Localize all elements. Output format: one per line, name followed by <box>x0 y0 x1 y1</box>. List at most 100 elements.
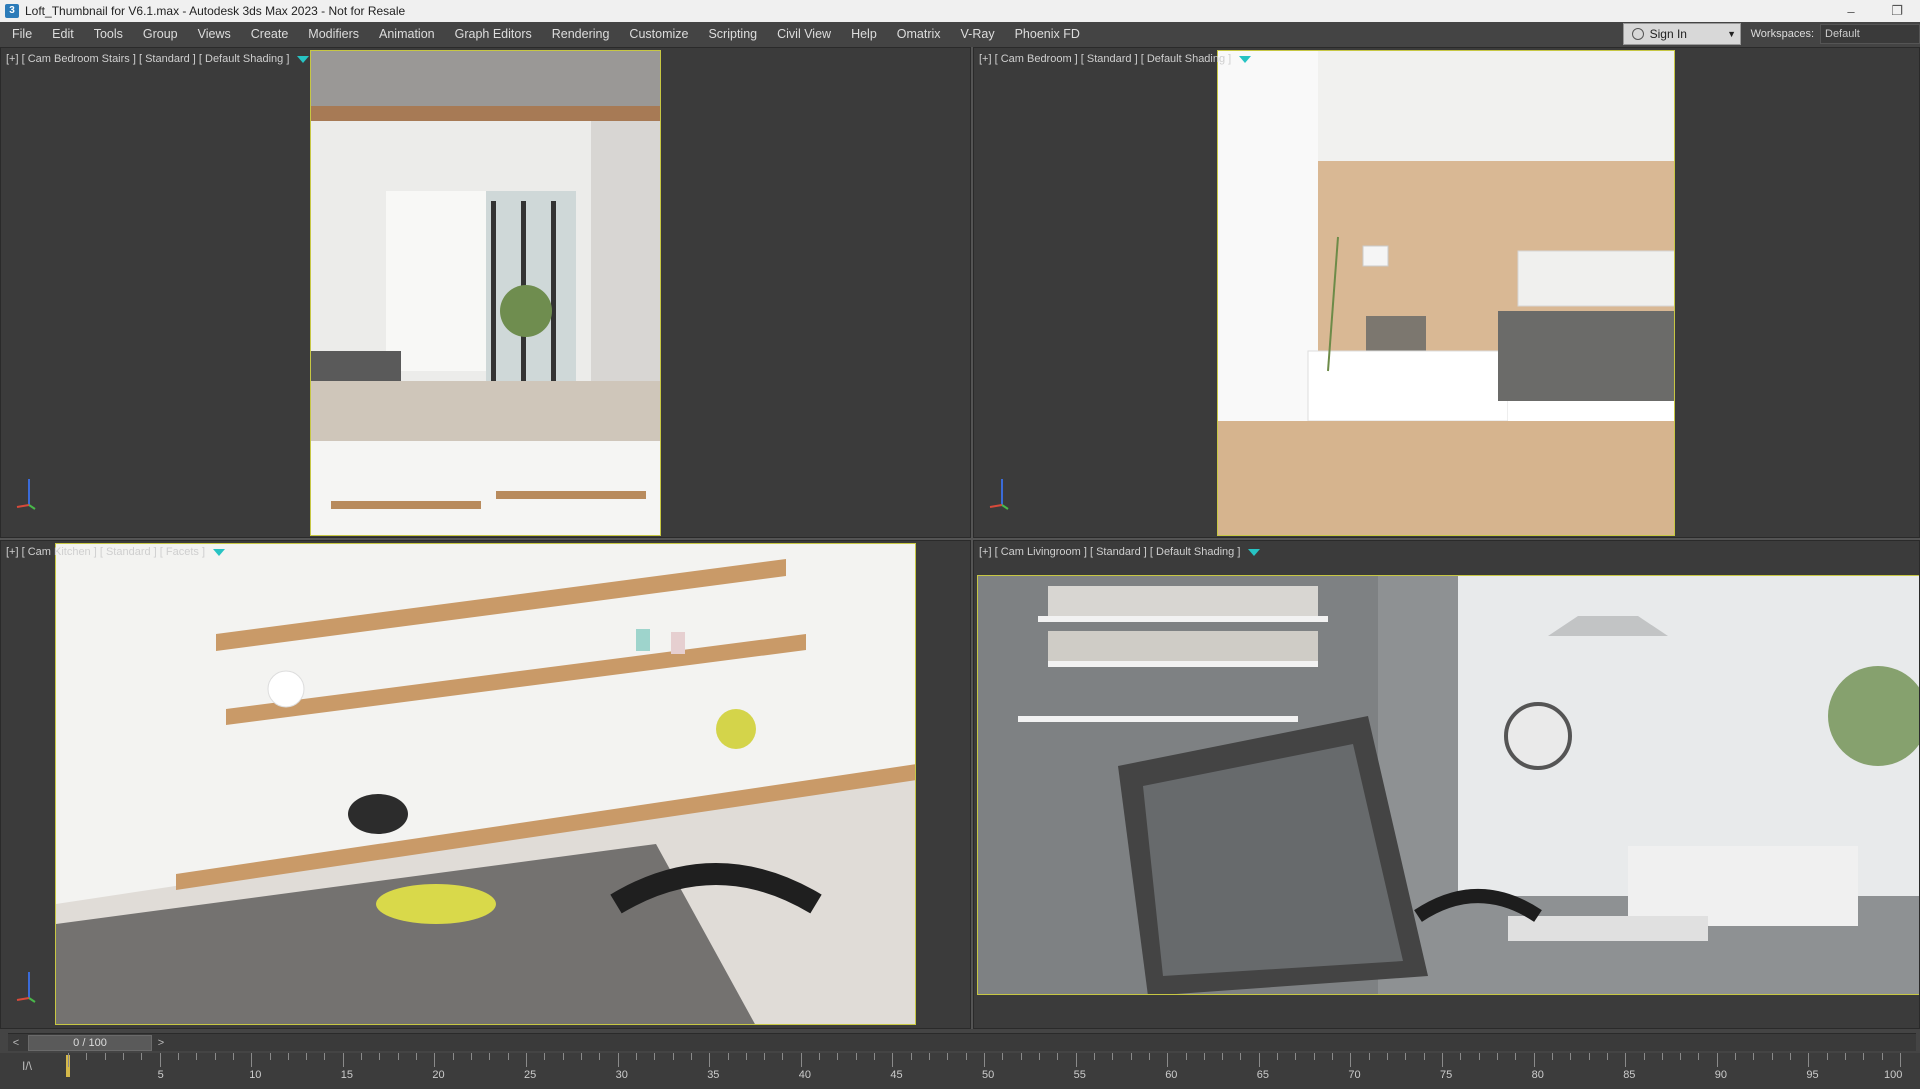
minimize-button[interactable]: – <box>1828 4 1874 19</box>
timeline-tick <box>1790 1053 1792 1060</box>
time-slider-thumb[interactable]: 0 / 100 <box>28 1035 152 1051</box>
menu-views[interactable]: Views <box>188 22 241 46</box>
timeline-tick <box>1350 1053 1352 1067</box>
timeline-tick <box>910 1053 912 1060</box>
track-bar[interactable]: I/\ 5 10 15 20 25 30 35 40 45 50 55 60 65 70 75 80 85 90 9… <box>0 1053 1920 1089</box>
timeline-tick-label: 70 <box>1348 1069 1361 1081</box>
viewport-label-text[interactable]: [+] [ Cam Livingroom ] [ Standard ] [ De… <box>979 546 1240 558</box>
menu-rendering[interactable]: Rendering <box>542 22 620 46</box>
axis-gizmo <box>16 972 36 1003</box>
restore-button[interactable]: ❐ <box>1874 3 1920 19</box>
timeline-tick <box>1496 1053 1498 1060</box>
timeline-tick <box>159 1053 161 1067</box>
viewport-label[interactable]: [+] [ Cam Kitchen ] [ Standard ] [ Facet… <box>6 546 226 558</box>
viewport-label-text[interactable]: [+] [ Cam Bedroom ] [ Standard ] [ Defau… <box>979 53 1231 65</box>
timeline-tick <box>379 1053 381 1060</box>
timeline-tick <box>397 1053 399 1060</box>
viewport-label-text[interactable]: [+] [ Cam Bedroom Stairs ] [ Standard ] … <box>6 53 289 65</box>
menu-create[interactable]: Create <box>241 22 299 46</box>
timeline-tick <box>562 1053 564 1060</box>
menu-file[interactable]: File <box>0 22 42 46</box>
menu-civil-view[interactable]: Civil View <box>767 22 841 46</box>
time-slider-prev-button[interactable]: < <box>8 1036 24 1050</box>
menu-graph-editors[interactable]: Graph Editors <box>445 22 542 46</box>
timeline-tick-label: 40 <box>798 1069 812 1081</box>
menu-modifiers[interactable]: Modifiers <box>298 22 369 46</box>
timeline-tick-label: 20 <box>432 1069 445 1081</box>
workspaces: Workspaces: Default <box>1751 22 1920 46</box>
timeline-tick <box>1881 1053 1883 1060</box>
timeline-tick <box>764 1053 766 1060</box>
timeline-tick <box>141 1053 143 1060</box>
timeline-tick <box>727 1053 729 1060</box>
viewport-label[interactable]: [+] [ Cam Livingroom ] [ Standard ] [ De… <box>979 546 1261 558</box>
menu-tools[interactable]: Tools <box>84 22 133 46</box>
timeline-tick-label: 10 <box>249 1069 262 1081</box>
timeline-tick <box>1625 1053 1627 1067</box>
timeline-tick <box>287 1053 289 1060</box>
render-image-kitchen <box>56 544 915 1024</box>
timeline-tick <box>86 1053 88 1060</box>
menu-vray[interactable]: V-Ray <box>951 22 1005 46</box>
menu-animation[interactable]: Animation <box>369 22 445 46</box>
workspace-select[interactable]: Default <box>1820 24 1920 44</box>
timeline-tick <box>1002 1053 1004 1060</box>
timeline-tick-label: 100 <box>1884 1069 1903 1081</box>
timeline-tick <box>819 1053 821 1060</box>
timeline-tick <box>1057 1053 1059 1060</box>
3ds-max-icon: 3 <box>5 4 19 18</box>
timeline-tick <box>1753 1053 1755 1060</box>
timeline-tick <box>1478 1053 1480 1060</box>
timeline-tick <box>104 1053 106 1060</box>
viewport-label-text[interactable]: [+] [ Cam Kitchen ] [ Standard ] [ Facet… <box>6 546 205 558</box>
timeline-tick <box>1130 1053 1132 1060</box>
menu-help[interactable]: Help <box>841 22 887 46</box>
timeline-tick <box>1826 1053 1828 1060</box>
viewport-bedroom-stairs[interactable]: [+] [ Cam Bedroom Stairs ] [ Standard ] … <box>0 47 971 538</box>
timeline-tick <box>599 1053 601 1060</box>
menu-phoenix-fd[interactable]: Phoenix FD <box>1005 22 1090 46</box>
timeline-tick <box>342 1053 344 1067</box>
render-frame-livingroom <box>977 575 1919 995</box>
time-slider-next-button[interactable]: > <box>153 1036 169 1050</box>
filter-icon[interactable] <box>1248 548 1261 556</box>
timeline-tick <box>214 1053 216 1060</box>
timeline-tick <box>1185 1053 1187 1060</box>
viewport-kitchen[interactable]: [+] [ Cam Kitchen ] [ Standard ] [ Facet… <box>0 540 971 1029</box>
filter-icon[interactable] <box>1239 55 1252 63</box>
menu-edit[interactable]: Edit <box>42 22 84 46</box>
menu-omatrix[interactable]: Omatrix <box>887 22 951 46</box>
viewport-label[interactable]: [+] [ Cam Bedroom Stairs ] [ Standard ] … <box>6 53 310 65</box>
timeline-tick <box>1112 1053 1114 1060</box>
timeline-tick <box>434 1053 436 1067</box>
sign-in-button[interactable]: Sign In ▼ <box>1622 23 1741 45</box>
viewport-bedroom[interactable]: [+] [ Cam Bedroom ] [ Standard ] [ Defau… <box>973 47 1920 538</box>
timeline-tick <box>526 1053 527 1067</box>
timeline-tick <box>1588 1053 1590 1060</box>
timeline-tick <box>1900 1053 1901 1067</box>
timeline-tick <box>196 1053 198 1060</box>
menu-group[interactable]: Group <box>133 22 188 46</box>
title-bar: 3 Loft_Thumbnail for V6.1.max - Autodesk… <box>0 0 1920 22</box>
timeline-tick <box>874 1053 876 1060</box>
menu-scripting[interactable]: Scripting <box>698 22 767 46</box>
viewport-area: [+] [ Cam Bedroom Stairs ] [ Standard ] … <box>0 47 1920 1029</box>
timeline-tick <box>1845 1053 1847 1060</box>
timeline-tick <box>1606 1053 1608 1060</box>
filter-icon[interactable] <box>297 55 310 63</box>
filter-icon[interactable] <box>213 548 226 556</box>
track-view-icon[interactable]: I/\ <box>22 1059 32 1073</box>
timeline-tick <box>452 1053 454 1060</box>
timeline-tick-label: 30 <box>615 1069 628 1081</box>
timeline-tick <box>654 1053 656 1060</box>
timeline-tick <box>306 1053 308 1060</box>
timeline-tick <box>745 1053 747 1060</box>
time-slider-track[interactable]: < 0 / 100 > <box>8 1033 1916 1051</box>
timeline-tick <box>1148 1053 1150 1060</box>
timeline-tick-label: 65 <box>1256 1069 1270 1081</box>
viewport-livingroom[interactable]: [+] [ Cam Livingroom ] [ Standard ] [ De… <box>973 540 1920 1029</box>
menu-customize[interactable]: Customize <box>619 22 698 46</box>
viewport-label[interactable]: [+] [ Cam Bedroom ] [ Standard ] [ Defau… <box>979 53 1252 65</box>
timeline-tick-label: 60 <box>1165 1069 1178 1081</box>
timeline-tick <box>855 1053 857 1060</box>
